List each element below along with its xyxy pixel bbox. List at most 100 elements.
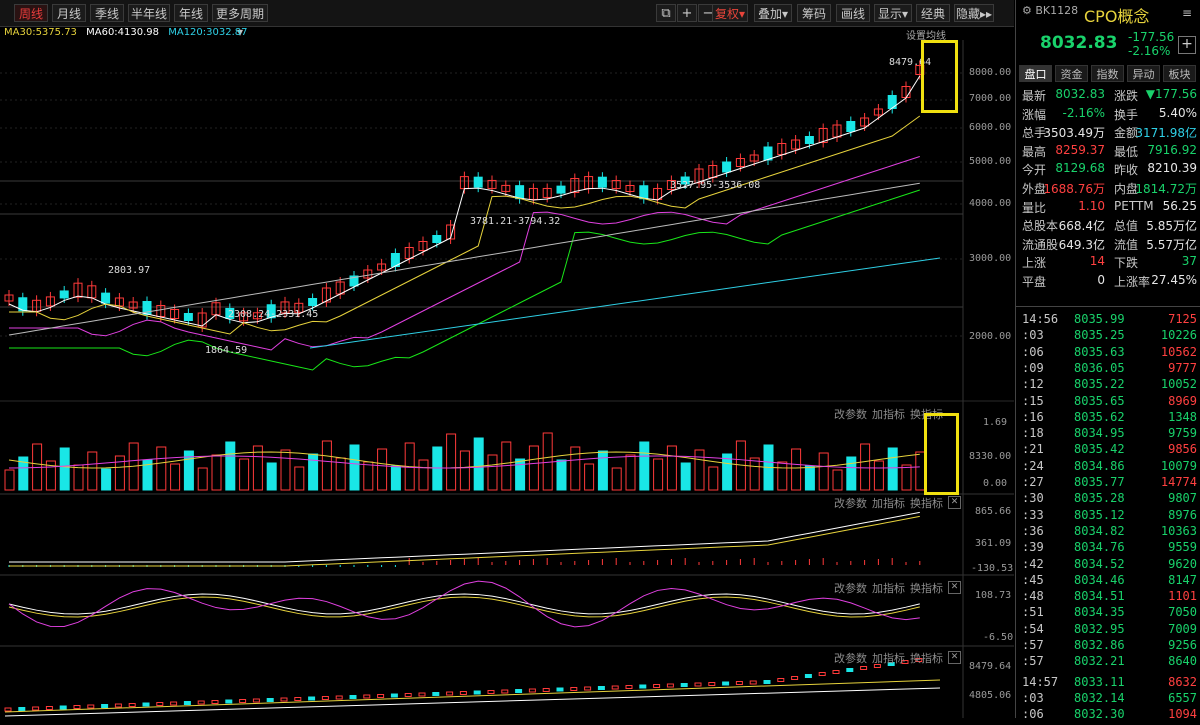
tab-orderbook[interactable]: 盘口	[1019, 65, 1052, 82]
volume-bar	[446, 433, 457, 491]
tab-index[interactable]: 指数	[1091, 65, 1124, 82]
tick-volume: 10226	[1160, 328, 1197, 343]
tick-row: 14:56 8035.99 7125	[1016, 312, 1200, 330]
volume-bar	[211, 454, 222, 491]
tick-price: 8034.95	[1074, 426, 1125, 441]
quote-row: 量比 1.10 PETTM 56.25	[1016, 199, 1200, 217]
quote-row: 流通股 649.3亿 流值 5.57万亿	[1016, 236, 1200, 254]
kdj-close-icon[interactable]: ✕	[948, 581, 961, 594]
tick-volume: 10079	[1160, 458, 1197, 473]
quote-row: 上涨 14 下跌 37	[1016, 254, 1200, 272]
volume-bar	[528, 445, 539, 491]
volume-bar	[239, 458, 250, 491]
tab-funds[interactable]: 资金	[1055, 65, 1088, 82]
volume-bar	[653, 458, 664, 491]
mini-candle	[197, 700, 205, 705]
mini-candle	[528, 688, 536, 693]
tick-volume: 7009	[1168, 621, 1197, 636]
mini-candle	[694, 682, 702, 687]
zoom-in-icon[interactable]: +	[677, 4, 697, 22]
menu-icon[interactable]: ≡	[1182, 6, 1192, 20]
quote-row: 最高 8259.37 最低 7916.92	[1016, 143, 1200, 161]
kdj-tick: 108.73	[975, 590, 1012, 601]
tab-sector[interactable]: 板块	[1163, 65, 1196, 82]
mini-candle	[804, 674, 812, 678]
tick-time: :12	[1022, 377, 1044, 392]
vol-params-button[interactable]: 改参数	[834, 406, 867, 422]
mini-candle	[432, 692, 440, 696]
tick-price: 8035.65	[1074, 393, 1125, 408]
period-yearly-tab[interactable]: 年线	[174, 4, 208, 22]
kline-chart[interactable]	[0, 40, 1014, 718]
period-weekly-tab[interactable]: 周线	[14, 4, 48, 22]
volume-bar	[73, 464, 84, 491]
kdj-add-indicator-button[interactable]: 加指标	[872, 580, 905, 596]
macd-switch-indicator-button[interactable]: 换指标	[910, 495, 943, 511]
macd-dea-line	[9, 515, 920, 567]
mini-candle	[473, 690, 481, 695]
quote-value: 3503.49万	[1043, 126, 1105, 141]
hide-button[interactable]: 隐藏▸▸	[954, 4, 994, 22]
chips-button[interactable]: 筹码	[797, 4, 831, 22]
add-watchlist-icon[interactable]: +	[1178, 36, 1196, 54]
mini-candle	[446, 691, 454, 696]
tick-row: :06 8035.63 10562	[1016, 345, 1200, 363]
ma120-label: MA120:3032.87	[168, 27, 248, 38]
candle-body	[804, 136, 814, 144]
quote-key: 最新	[1022, 89, 1047, 103]
volume-bar	[515, 458, 526, 491]
mini-switch-indicator-button[interactable]: 换指标	[910, 650, 943, 666]
period-toolbar: 周线 月线 季线 半年线 年线 更多周期▾ ⧉ + − 复权▾ 叠加▾ 筹码 画…	[0, 0, 1014, 39]
lock-icon[interactable]: ⧉	[656, 4, 676, 22]
kdj-switch-indicator-button[interactable]: 换指标	[910, 580, 943, 596]
display-dropdown[interactable]: 显示▾	[874, 4, 912, 22]
kdj-params-button[interactable]: 改参数	[834, 580, 867, 596]
ma120-line	[309, 257, 941, 349]
macd-close-icon[interactable]: ✕	[948, 496, 961, 509]
classic-button[interactable]: 经典	[916, 4, 950, 22]
overlay-dropdown[interactable]: 叠加▾	[754, 4, 792, 22]
mini-candle	[556, 687, 564, 692]
volume-bar	[597, 450, 608, 491]
mini-params-button[interactable]: 改参数	[834, 650, 867, 666]
macd-add-indicator-button[interactable]: 加指标	[872, 495, 905, 511]
quote-key: 上涨	[1022, 256, 1047, 271]
macd-params-button[interactable]: 改参数	[834, 495, 867, 511]
tick-row: :09 8036.05 9777	[1016, 361, 1200, 379]
period-halfyear-tab[interactable]: 半年线	[128, 4, 170, 22]
quote-key: 涨跌	[1114, 89, 1139, 103]
quote-key: 流值	[1114, 237, 1139, 252]
volume-bar	[377, 448, 388, 491]
tick-time: 14:57	[1022, 674, 1059, 689]
mini-candle	[860, 666, 868, 670]
tab-changes[interactable]: 异动	[1127, 65, 1160, 82]
volume-bar	[666, 445, 677, 491]
period-quarterly-tab[interactable]: 季线	[90, 4, 124, 22]
mini-add-indicator-button[interactable]: 加指标	[872, 650, 905, 666]
tick-price: 8034.82	[1074, 523, 1125, 538]
quote-value: 668.4亿	[1058, 219, 1105, 234]
draw-line-button[interactable]: 画线	[836, 4, 870, 22]
quote-value: -2.16%	[1062, 105, 1105, 120]
quote-value: 3171.98亿	[1135, 126, 1197, 141]
tick-row: :21 8035.42 9856	[1016, 442, 1200, 460]
mini-candle	[404, 693, 412, 697]
price-tick: 4000.00	[969, 198, 1012, 209]
kdj-d-line	[8, 596, 920, 618]
tick-time: :27	[1022, 475, 1044, 489]
vol-add-indicator-button[interactable]: 加指标	[872, 406, 905, 422]
mini-candle	[777, 678, 785, 682]
tick-price: 8032.86	[1074, 638, 1125, 652]
more-periods-dropdown[interactable]: 更多周期▾	[212, 4, 268, 39]
quote-key: 昨收	[1114, 163, 1139, 178]
adjust-dropdown[interactable]: 复权▾	[712, 4, 748, 22]
volume-bar	[680, 462, 691, 491]
mini-close-icon[interactable]: ✕	[948, 651, 961, 664]
mini-candle	[832, 670, 840, 674]
divider	[1016, 306, 1200, 307]
volume-bar	[321, 440, 332, 491]
volume-bar	[804, 465, 815, 491]
mini-candle	[418, 692, 426, 697]
volume-bar	[101, 468, 112, 491]
period-monthly-tab[interactable]: 月线	[52, 4, 86, 22]
